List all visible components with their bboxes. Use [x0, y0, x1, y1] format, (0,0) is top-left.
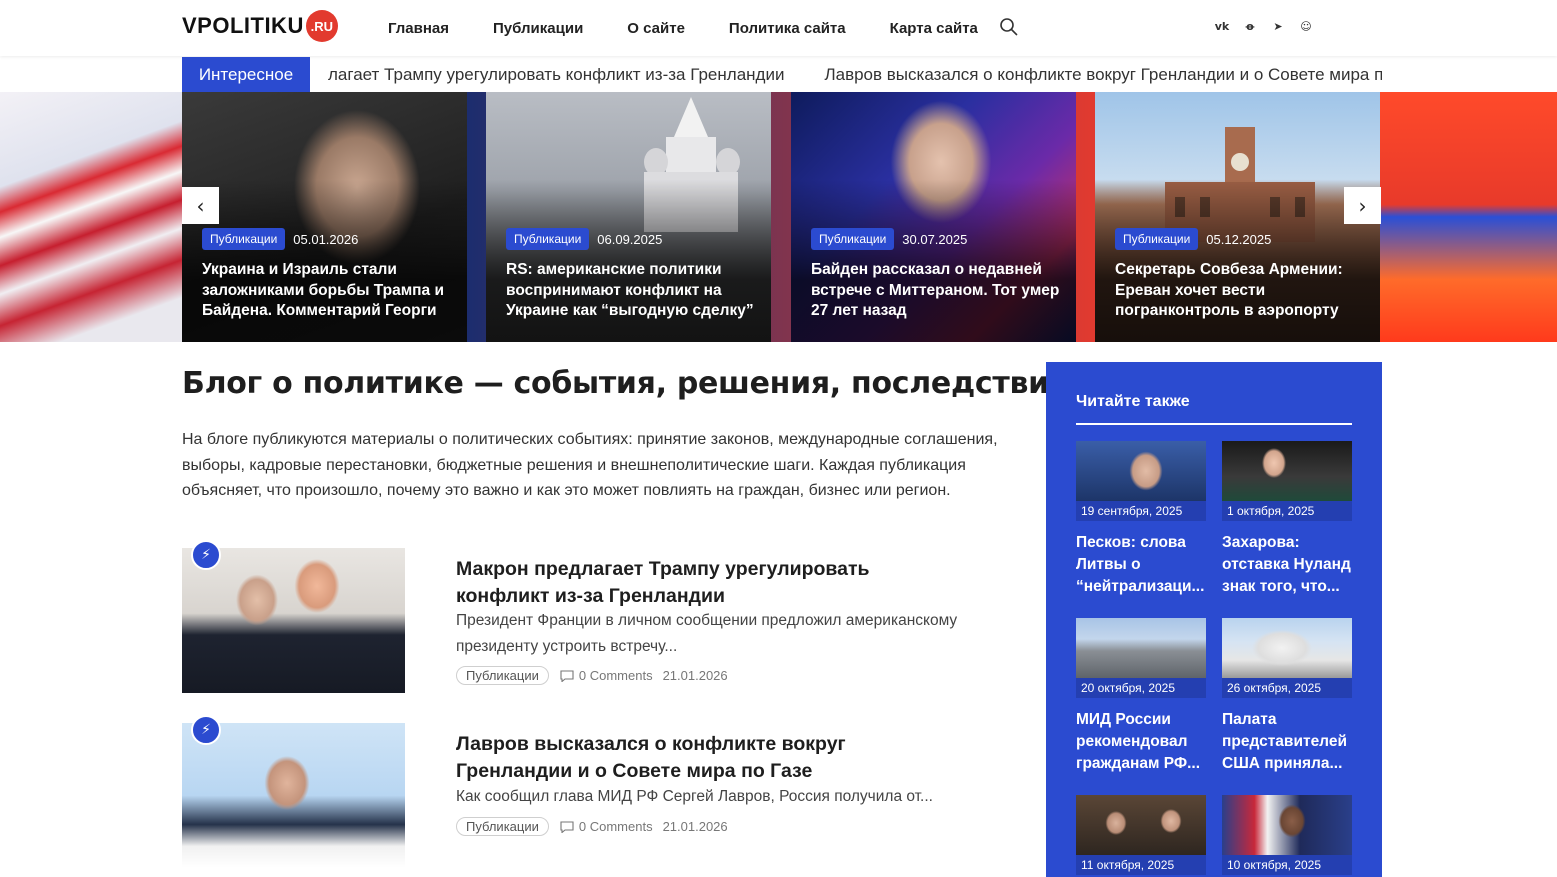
chevron-right-icon: › — [1358, 193, 1367, 218]
ticker-label: Интересное — [182, 57, 310, 92]
card-image[interactable] — [1222, 618, 1352, 678]
sidebar-card[interactable]: 26 октября, 2025 Палата представителей С… — [1222, 618, 1352, 775]
nav-home[interactable]: Главная — [388, 20, 449, 37]
category-badge[interactable]: Публикации — [1115, 228, 1199, 250]
card-image[interactable] — [1222, 441, 1352, 501]
lightning-icon: ⚡ — [191, 715, 221, 745]
slide-date: 05.01.2026 — [293, 231, 359, 247]
site-header: VPOLITIKU .RU Главная Публикации О сайте… — [0, 0, 1557, 56]
post-thumbnail[interactable] — [182, 723, 405, 868]
slide-item[interactable]: Публикации 30.07.2025 Байден рассказал о… — [791, 92, 1076, 342]
card-title[interactable]: Палата представителей США приняла... — [1222, 709, 1352, 775]
logo-badge: .RU — [305, 10, 338, 42]
sidebar-read-also: Читайте также 19 сентября, 2025 Песков: … — [1046, 362, 1382, 877]
comment-icon — [560, 820, 574, 833]
post-meta: Публикации 0 Comments 21.01.2026 — [456, 666, 728, 685]
ticker-items: лагает Трампу урегулировать конфликт из-… — [328, 57, 1382, 92]
ticker-item[interactable]: лагает Трампу урегулировать конфликт из-… — [328, 65, 784, 85]
logo-text: VPOLITIKU — [182, 13, 304, 38]
slide-title[interactable]: Украина и Израиль стали заложниками борь… — [202, 260, 452, 322]
category-badge[interactable]: Публикации — [811, 228, 895, 250]
telegram-icon[interactable]: ➤ — [1269, 17, 1287, 35]
slide-item[interactable]: Публикации 05.01.2026 Украина и Израиль … — [182, 92, 467, 342]
social-links: vk ꝋ ➤ ☺ — [1213, 17, 1315, 35]
card-date: 10 октября, 2025 — [1222, 855, 1352, 875]
hero-background-right — [1380, 92, 1557, 342]
dzen-icon[interactable]: ☺ — [1297, 17, 1315, 35]
category-badge[interactable]: Публикации — [506, 228, 590, 250]
card-title[interactable]: Захарова: отставка Нуланд знак того, что… — [1222, 532, 1352, 598]
sidebar-card[interactable]: 19 сентября, 2025 Песков: слова Литвы о … — [1076, 441, 1206, 598]
card-title[interactable]: МИД России рекомендовал гражданам РФ... — [1076, 709, 1206, 775]
comment-icon — [560, 669, 574, 682]
post-title[interactable]: Лавров высказался о конфликте вокруг Гре… — [456, 731, 916, 784]
page-description: На блоге публикуются материалы о политич… — [182, 431, 998, 499]
sidebar-title: Читайте также — [1076, 393, 1190, 410]
card-date: 1 октября, 2025 — [1222, 501, 1352, 521]
card-date: 19 сентября, 2025 — [1076, 501, 1206, 521]
site-logo[interactable]: VPOLITIKU .RU — [182, 10, 338, 42]
post-category[interactable]: Публикации — [456, 666, 549, 685]
hero-slider: Публикации 05.01.2026 Украина и Израиль … — [0, 92, 1557, 342]
post-meta: Публикации 0 Comments 21.01.2026 — [456, 817, 728, 836]
main-nav: Главная Публикации О сайте Политика сайт… — [388, 0, 1022, 56]
slide-date: 30.07.2025 — [902, 231, 968, 247]
post-excerpt: Как сообщил глава МИД РФ Сергей Лавров, … — [456, 788, 933, 805]
slide-title[interactable]: Секретарь Совбеза Армении: Ереван хочет … — [1115, 260, 1365, 322]
nav-about[interactable]: О сайте — [627, 20, 685, 37]
post-date: 21.01.2026 — [662, 668, 728, 683]
card-date: 11 октября, 2025 — [1076, 855, 1206, 875]
post-item: ⚡ Лавров высказался о конфликте вокруг Г… — [182, 715, 1012, 868]
post-excerpt: Президент Франции в личном сообщении пре… — [456, 612, 958, 655]
search-icon[interactable] — [999, 17, 1019, 37]
slide-title[interactable]: RS: американские политики воспринимают к… — [506, 260, 756, 322]
news-ticker: Интересное лагает Трампу урегулировать к… — [182, 57, 1382, 92]
slider-next-button[interactable]: › — [1344, 187, 1381, 224]
card-image[interactable] — [1222, 795, 1352, 855]
post-comments[interactable]: 0 Comments — [579, 819, 653, 834]
sidebar-card[interactable]: 20 октября, 2025 МИД России рекомендовал… — [1076, 618, 1206, 775]
card-title[interactable]: Песков: слова Литвы о “нейтрализаци... — [1076, 532, 1206, 598]
nav-sitemap[interactable]: Карта сайта — [890, 20, 978, 37]
chevron-left-icon: ‹ — [196, 193, 205, 218]
card-date: 20 октября, 2025 — [1076, 678, 1206, 698]
post-category[interactable]: Публикации — [456, 817, 549, 836]
sidebar-divider — [1076, 423, 1352, 425]
page-title: Блог о политике — события, решения, посл… — [182, 366, 1068, 401]
sidebar-card[interactable]: 1 октября, 2025 Захарова: отставка Нулан… — [1222, 441, 1352, 598]
card-image[interactable] — [1076, 618, 1206, 678]
category-badge[interactable]: Публикации — [202, 228, 286, 250]
card-image[interactable] — [1076, 441, 1206, 501]
sidebar-card[interactable]: 11 октября, 2025 — [1076, 795, 1206, 875]
slide-title[interactable]: Байден рассказал о недавней встрече с Ми… — [811, 260, 1061, 322]
card-image[interactable] — [1076, 795, 1206, 855]
vk-icon[interactable]: vk — [1213, 17, 1231, 35]
post-date: 21.01.2026 — [662, 819, 728, 834]
nav-publications[interactable]: Публикации — [493, 20, 583, 37]
ticker-item[interactable]: Лавров высказался о конфликте вокруг Гре… — [824, 65, 1382, 85]
slide-date: 05.12.2025 — [1206, 231, 1272, 247]
ok-icon[interactable]: ꝋ — [1241, 17, 1259, 35]
lightning-icon: ⚡ — [191, 540, 221, 570]
slide-item[interactable]: Публикации 06.09.2025 RS: американские п… — [486, 92, 771, 342]
slide-date: 06.09.2025 — [597, 231, 663, 247]
nav-policy[interactable]: Политика сайта — [729, 20, 846, 37]
hero-background-left — [0, 92, 182, 342]
post-title[interactable]: Макрон предлагает Трампу урегулировать к… — [456, 556, 916, 609]
post-comments[interactable]: 0 Comments — [579, 668, 653, 683]
slider-prev-button[interactable]: ‹ — [182, 187, 219, 224]
card-date: 26 октября, 2025 — [1222, 678, 1352, 698]
post-thumbnail[interactable] — [182, 548, 405, 693]
sidebar-card[interactable]: 10 октября, 2025 — [1222, 795, 1352, 875]
slide-item[interactable]: Публикации 05.12.2025 Секретарь Совбеза … — [1095, 92, 1380, 342]
post-item: ⚡ Макрон предлагает Трампу урегулировать… — [182, 540, 1012, 693]
